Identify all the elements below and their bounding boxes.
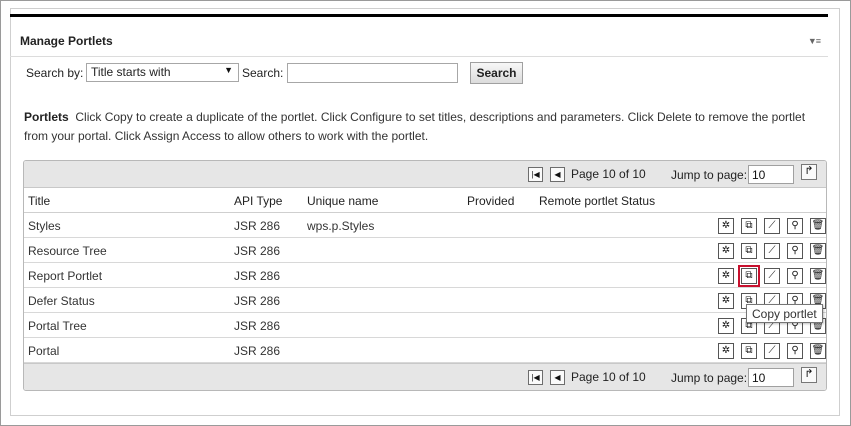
settings-icon[interactable]: ⚲ (787, 268, 803, 284)
assign-access-icon[interactable]: ✲ (718, 293, 734, 309)
copy-portlet-icon[interactable]: ⧉ (741, 218, 757, 234)
page-indicator: Page 10 of 10 (571, 370, 646, 384)
table-row: Portal Tree JSR 286 ✲ ⧉ ⟋ ⚲ 🗑 (24, 313, 826, 338)
cell-api-type: JSR 286 (234, 244, 281, 258)
instructions-heading: Portlets (24, 110, 69, 124)
search-by-select[interactable]: Title starts with ▼ (86, 63, 239, 82)
copy-portlet-tooltip: Copy portlet (746, 304, 823, 323)
search-input[interactable] (287, 63, 458, 83)
search-row: Search by: Title starts with ▼ Search: S… (26, 62, 806, 86)
copy-portlet-icon[interactable]: ⧉ (741, 343, 757, 359)
previous-page-icon[interactable]: ◀ (550, 167, 565, 182)
delete-icon[interactable]: 🗑 (810, 343, 826, 359)
configure-icon[interactable]: ⟋ (764, 268, 780, 284)
cell-title: Resource Tree (28, 244, 107, 258)
pager-bottom: |◀ ◀ Page 10 of 10 Jump to page: 10 ↱ (24, 363, 826, 390)
copy-portlet-icon[interactable]: ⧉ (738, 265, 760, 287)
search-by-selected-value: Title starts with (91, 65, 171, 79)
assign-access-icon[interactable]: ✲ (718, 218, 734, 234)
configure-icon[interactable]: ⟋ (764, 218, 780, 234)
row-actions: ✲ ⧉ ⟋ ⚲ 🗑 (710, 343, 826, 359)
cell-api-type: JSR 286 (234, 319, 281, 333)
cell-api-type: JSR 286 (234, 219, 281, 233)
pager-top: |◀ ◀ Page 10 of 10 Jump to page: 10 ↱ (24, 161, 826, 188)
cell-title: Report Portlet (28, 269, 103, 283)
row-actions: ✲ ⧉ ⟋ ⚲ 🗑 (710, 243, 826, 259)
search-button[interactable]: Search (470, 62, 523, 84)
assign-access-icon[interactable]: ✲ (718, 268, 734, 284)
table-row: Portal JSR 286 ✲ ⧉ ⟋ ⚲ 🗑 (24, 338, 826, 363)
portlet-titlebar: Manage Portlets ▼≡ (10, 17, 828, 57)
cell-title: Portal (28, 344, 60, 358)
delete-icon[interactable]: 🗑 (810, 243, 826, 259)
search-label: Search: (242, 66, 284, 80)
jump-to-page-label: Jump to page: (671, 168, 748, 182)
cell-title: Portal Tree (28, 319, 87, 333)
copy-portlet-icon[interactable]: ⧉ (741, 243, 757, 259)
cell-title: Defer Status (28, 294, 95, 308)
delete-icon[interactable]: 🗑 (810, 268, 826, 284)
first-page-icon[interactable]: |◀ (528, 370, 543, 385)
chevron-down-icon: ▼ (224, 65, 233, 75)
column-remote-portlet-status: Remote portlet Status (539, 194, 656, 208)
column-api-type: API Type (234, 194, 283, 208)
row-actions: ✲ ⧉ ⟋ ⚲ 🗑 (710, 218, 826, 234)
table-row: Report Portlet JSR 286 ✲ ⧉ ⟋ ⚲ 🗑 (24, 263, 826, 288)
cell-api-type: JSR 286 (234, 344, 281, 358)
instructions: Portlets Click Copy to create a duplicat… (24, 108, 824, 146)
jump-to-page-input[interactable]: 10 (748, 165, 794, 184)
instructions-text: Click Copy to create a duplicate of the … (24, 110, 806, 143)
assign-access-icon[interactable]: ✲ (718, 243, 734, 259)
column-unique-name: Unique name (307, 194, 379, 208)
delete-icon[interactable]: 🗑 (810, 218, 826, 234)
cell-api-type: JSR 286 (234, 294, 281, 308)
search-by-label: Search by: (26, 66, 84, 80)
go-icon[interactable]: ↱ (801, 164, 817, 180)
column-provided: Provided (467, 194, 515, 208)
settings-icon[interactable]: ⚲ (787, 343, 803, 359)
menu-dropdown-icon[interactable]: ▼≡ (808, 36, 821, 46)
page-title: Manage Portlets (20, 34, 113, 48)
go-icon[interactable]: ↱ (801, 367, 817, 383)
settings-icon[interactable]: ⚲ (787, 243, 803, 259)
previous-page-icon[interactable]: ◀ (550, 370, 565, 385)
cell-title: Styles (28, 219, 61, 233)
table-row: Resource Tree JSR 286 ✲ ⧉ ⟋ ⚲ 🗑 (24, 238, 826, 263)
page-indicator: Page 10 of 10 (571, 167, 646, 181)
assign-access-icon[interactable]: ✲ (718, 343, 734, 359)
settings-icon[interactable]: ⚲ (787, 218, 803, 234)
cell-api-type: JSR 286 (234, 269, 281, 283)
table-header: Title API Type Unique name Provided Remo… (24, 188, 826, 213)
table-row: Defer Status JSR 286 ✲ ⧉ ⟋ ⚲ 🗑 (24, 288, 826, 313)
table-row: Styles JSR 286 wps.p.Styles ✲ ⧉ ⟋ ⚲ 🗑 (24, 213, 826, 238)
first-page-icon[interactable]: |◀ (528, 167, 543, 182)
assign-access-icon[interactable]: ✲ (718, 318, 734, 334)
column-title: Title (28, 194, 51, 208)
cell-unique-name: wps.p.Styles (307, 219, 375, 233)
jump-to-page-input[interactable]: 10 (748, 368, 794, 387)
jump-to-page-label: Jump to page: (671, 371, 748, 385)
configure-icon[interactable]: ⟋ (764, 343, 780, 359)
configure-icon[interactable]: ⟋ (764, 243, 780, 259)
portlets-table: |◀ ◀ Page 10 of 10 Jump to page: 10 ↱ Ti… (23, 160, 827, 391)
row-actions: ✲ ⧉ ⟋ ⚲ 🗑 (710, 265, 826, 287)
